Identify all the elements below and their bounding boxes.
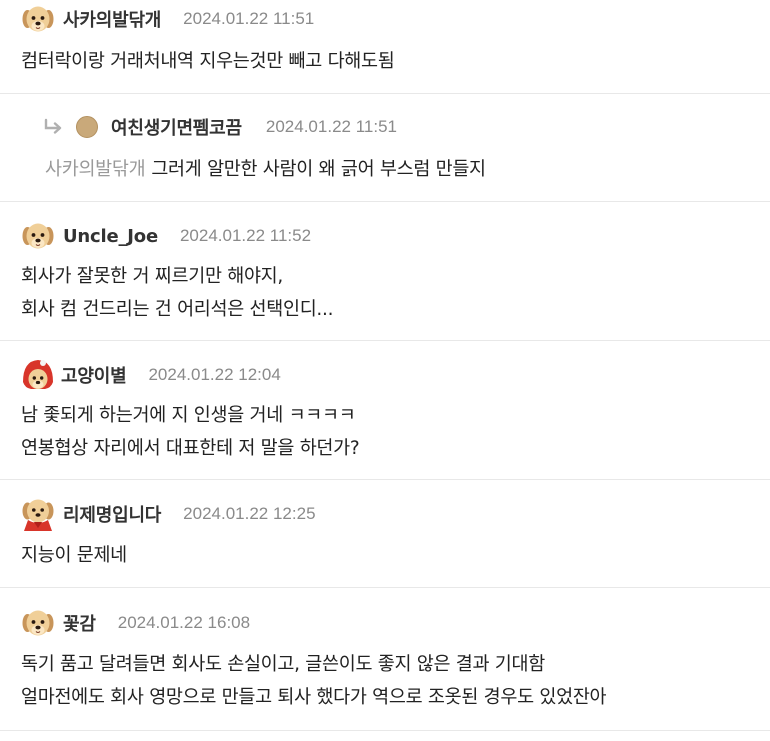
comment-body: 컴터락이랑 거래처내역 지우는것만 빼고 다해도됨 — [21, 45, 395, 78]
brown-circle-avatar[interactable] — [76, 116, 98, 138]
comment-line: 독기 품고 달려들면 회사도 손실이고, 글쓴이도 좋지 않은 결과 기대함 — [21, 654, 545, 675]
comment-header: 꽃감 2024.01.22 16:08 — [21, 605, 250, 641]
comment-nickname[interactable]: 고양이별 — [61, 362, 127, 388]
comment-header: 리제명입니다 2024.01.22 12:25 — [21, 496, 316, 532]
comment-list: 사카의발닦개 2024.01.22 11:51 컴터락이랑 거래처내역 지우는것… — [0, 0, 770, 741]
puppy-face-icon[interactable] — [21, 219, 55, 253]
comment-nickname[interactable]: 리제명입니다 — [63, 501, 161, 527]
comment-body: 남 좇되게 하는거에 지 인생을 거네 ㅋㅋㅋㅋ 연봉협상 자리에서 대표한테 … — [21, 399, 360, 465]
puppy-face-icon[interactable] — [21, 2, 55, 36]
comment-item: 꽃감 2024.01.22 16:08 독기 품고 달려들면 회사도 손실이고,… — [0, 588, 770, 731]
comment-line: 얼마전에도 회사 영망으로 만들고 퇴사 했다가 역으로 조옷된 경우도 있었잔… — [21, 687, 607, 708]
puppy-face-icon[interactable] — [21, 606, 55, 640]
comment-timestamp: 2024.01.22 11:51 — [183, 9, 315, 28]
comment-timestamp: 2024.01.22 12:04 — [148, 365, 281, 384]
comment-header: Uncle_Joe 2024.01.22 11:52 — [21, 218, 311, 254]
comment-item: 고양이별 2024.01.22 12:04 남 좇되게 하는거에 지 인생을 거… — [0, 341, 770, 480]
reply-arrow-icon — [44, 118, 62, 134]
comment-line: 연봉협상 자리에서 대표한테 저 말을 하던가? — [21, 438, 360, 459]
comment-nickname[interactable]: 꽃감 — [63, 610, 96, 636]
reply-header: 여친생기면펨코끔 2024.01.22 11:51 — [42, 109, 397, 145]
comment-line: 지능이 문제네 — [21, 545, 127, 566]
comment-item: Uncle_Joe 2024.01.22 11:52 회사가 잘못한 거 찌르기… — [0, 202, 770, 341]
reply-mention[interactable]: 사카의발닦개 — [45, 159, 146, 180]
comment-nickname[interactable]: 사카의발닦개 — [63, 6, 161, 32]
comment-header: 고양이별 2024.01.22 12:04 — [21, 357, 281, 393]
comment-item: 리제명입니다 2024.01.22 12:25 지능이 문제네 — [0, 480, 770, 588]
comment-line: 회사 컴 건드리는 건 어리석은 선택인디... — [21, 299, 334, 320]
reply-nickname[interactable]: 여친생기면펨코끔 — [111, 114, 242, 140]
comment-timestamp: 2024.01.22 12:25 — [183, 504, 316, 523]
comment-timestamp: 2024.01.22 16:08 — [117, 613, 251, 632]
comment-line: 남 좇되게 하는거에 지 인생을 거네 ㅋㅋㅋㅋ — [21, 405, 356, 426]
comment-body: 독기 품고 달려들면 회사도 손실이고, 글쓴이도 좋지 않은 결과 기대함 얼… — [21, 648, 607, 714]
comment-line: 그러게 알만한 사람이 왜 긁어 부스럼 만들지 — [151, 159, 486, 180]
comment-nickname[interactable]: Uncle_Joe — [63, 226, 158, 247]
comment-line: 회사가 잘못한 거 찌르기만 해야지, — [21, 266, 283, 287]
puppy-red-cape-icon[interactable] — [21, 497, 55, 531]
reply-body: 사카의발닦개 그러게 알만한 사람이 왜 긁어 부스럼 만들지 — [45, 153, 486, 186]
puppy-red-hood-icon[interactable] — [21, 358, 55, 392]
reply-item: 여친생기면펨코끔 2024.01.22 11:51 사카의발닦개 그러게 알만한 … — [0, 94, 770, 202]
comment-body: 지능이 문제네 — [21, 539, 127, 572]
comment-item: 사카의발닦개 2024.01.22 11:51 컴터락이랑 거래처내역 지우는것… — [0, 0, 770, 94]
reply-timestamp: 2024.01.22 11:51 — [265, 117, 397, 136]
comment-header: 사카의발닦개 2024.01.22 11:51 — [21, 1, 314, 37]
comment-line: 컴터락이랑 거래처내역 지우는것만 빼고 다해도됨 — [21, 51, 395, 72]
comment-timestamp: 2024.01.22 11:52 — [179, 226, 312, 245]
comment-body: 회사가 잘못한 거 찌르기만 해야지, 회사 컴 건드리는 건 어리석은 선택인… — [21, 260, 333, 326]
